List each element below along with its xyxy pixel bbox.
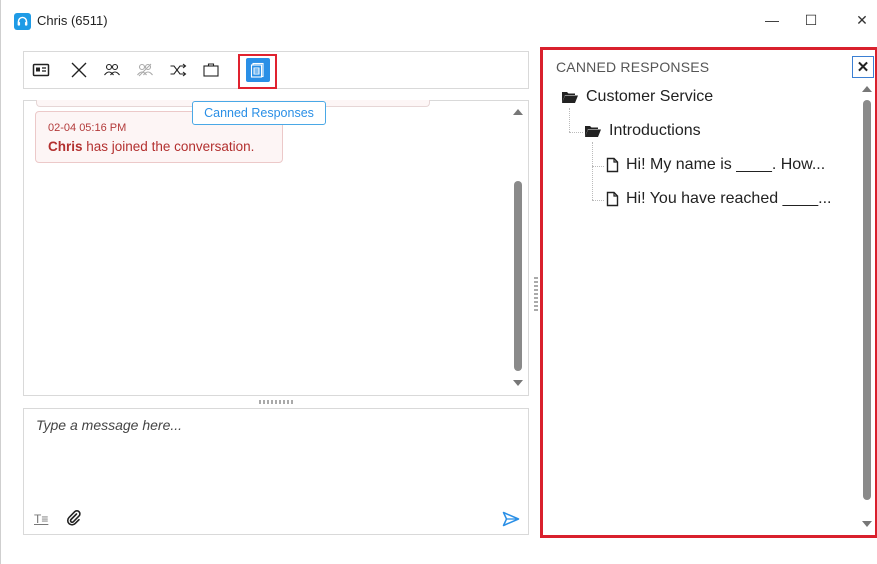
- tree-connector: [592, 200, 604, 201]
- maximize-icon: ☐: [804, 11, 818, 28]
- headset-icon: [14, 13, 31, 30]
- message-history: 02-04 05:16 PM Chris has joined the conv…: [23, 100, 529, 396]
- text-format-icon[interactable]: T≡: [34, 512, 48, 526]
- canned-responses-panel: CANNED RESPONSES ✕ Customer Service Intr…: [540, 47, 877, 538]
- tree-folder-label: Introductions: [609, 122, 701, 139]
- close-icon: ✕: [856, 59, 870, 76]
- document-icon: [606, 191, 619, 207]
- canned-response-text: Hi! You have reached ____...: [626, 190, 832, 207]
- scroll-thumb[interactable]: [863, 100, 871, 500]
- chat-scrollbar[interactable]: [513, 109, 523, 389]
- maximize-button[interactable]: ☐: [795, 6, 827, 34]
- panel-title: CANNED RESPONSES: [556, 59, 710, 75]
- scroll-down-icon[interactable]: [862, 521, 872, 527]
- tree-connector: [569, 108, 570, 132]
- briefcase-icon[interactable]: [200, 59, 222, 81]
- close-icon: ✕: [856, 11, 868, 28]
- send-icon[interactable]: [502, 511, 520, 527]
- minimize-icon: —: [765, 12, 779, 28]
- minimize-button[interactable]: —: [756, 6, 788, 34]
- scroll-up-icon[interactable]: [513, 109, 523, 115]
- close-conversation-icon[interactable]: [68, 59, 90, 81]
- window-title: Chris (6511): [37, 13, 108, 28]
- scroll-up-icon[interactable]: [862, 86, 872, 92]
- add-participant-icon[interactable]: [101, 59, 123, 81]
- horizontal-splitter-grip[interactable]: [259, 400, 293, 404]
- remove-participant-icon: [134, 59, 156, 81]
- canned-responses-highlight: [238, 54, 277, 89]
- paperclip-icon[interactable]: [66, 510, 82, 526]
- scroll-down-icon[interactable]: [513, 380, 523, 386]
- canned-responses-tooltip: Canned Responses: [192, 101, 326, 125]
- compose-box: T≡: [23, 408, 529, 535]
- canned-response-item[interactable]: Hi! You have reached ____...: [606, 190, 832, 208]
- message-text: Chris has joined the conversation.: [48, 139, 282, 154]
- chat-window: Chris (6511) — ☐ ✕ 02-04 05:16 PM Chris …: [0, 0, 877, 564]
- tree-folder-customer-service[interactable]: Customer Service: [561, 88, 713, 106]
- tree-connector: [592, 142, 593, 200]
- message-input[interactable]: [36, 417, 506, 433]
- title-bar: Chris (6511) — ☐ ✕: [1, 0, 877, 40]
- vertical-splitter-grip[interactable]: [534, 277, 538, 311]
- folder-open-icon: [562, 92, 578, 103]
- canned-response-item[interactable]: Hi! My name is ____. How...: [606, 156, 825, 174]
- tree-connector: [592, 166, 604, 167]
- close-panel-button[interactable]: ✕: [852, 56, 874, 78]
- tree-folder-introductions[interactable]: Introductions: [584, 122, 701, 140]
- tree-connector: [569, 132, 583, 133]
- scroll-thumb[interactable]: [514, 181, 522, 371]
- transfer-icon[interactable]: [167, 59, 189, 81]
- contact-card-icon[interactable]: [30, 59, 52, 81]
- canned-response-text: Hi! My name is ____. How...: [626, 156, 826, 173]
- panel-scrollbar[interactable]: [862, 86, 872, 532]
- close-window-button[interactable]: ✕: [846, 6, 877, 34]
- folder-open-icon: [585, 126, 601, 137]
- participant-name: Chris: [48, 139, 83, 154]
- message-body: has joined the conversation.: [82, 139, 255, 154]
- document-icon: [606, 157, 619, 173]
- tree-folder-label: Customer Service: [586, 88, 714, 105]
